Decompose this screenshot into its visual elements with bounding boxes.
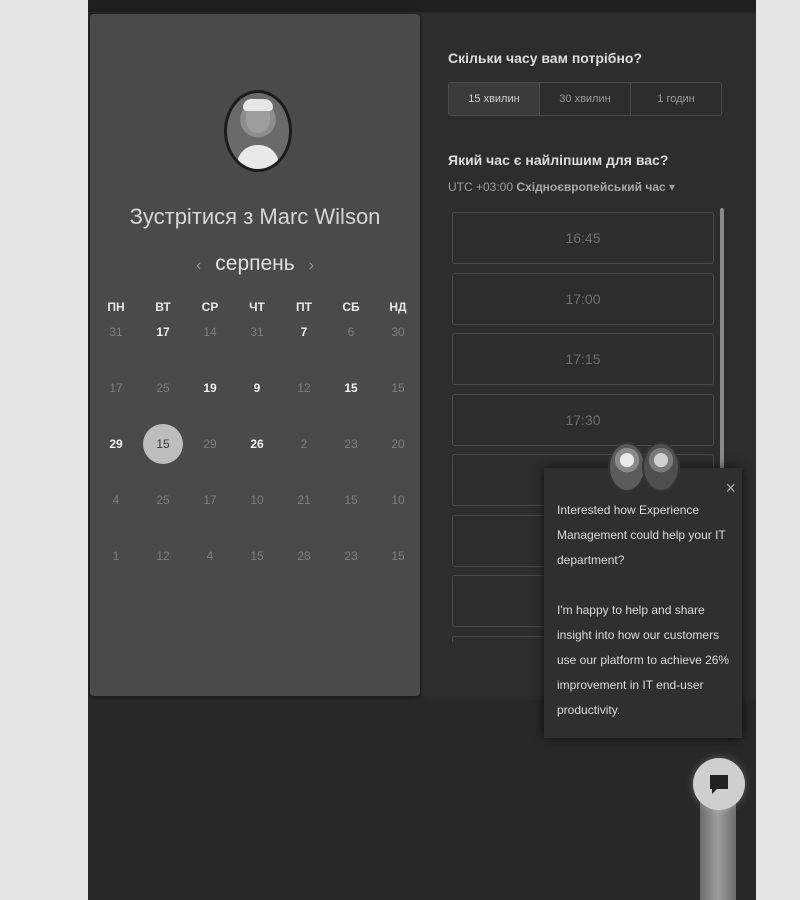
calendar-day[interactable]: 12 — [143, 536, 183, 576]
time-slot[interactable]: 16:45 — [452, 212, 714, 264]
duration-selector: 15 хвилин 30 хвилин 1 годин — [448, 82, 722, 116]
host-avatar — [224, 90, 292, 172]
timezone-selector[interactable]: UTC +03:00 Східноєвропейський час ▾ — [448, 180, 675, 194]
calendar-day[interactable]: 12 — [284, 368, 324, 408]
calendar-day[interactable]: 15 — [331, 480, 371, 520]
duration-option-15[interactable]: 15 хвилин — [449, 83, 540, 115]
meet-title: Зустрітися з Marc Wilson — [129, 204, 381, 229]
calendar-day[interactable]: 25 — [143, 480, 183, 520]
time-slot[interactable]: 17:00 — [452, 272, 714, 325]
calendar-day[interactable]: 4 — [190, 536, 230, 576]
calendar-day[interactable]: 15 — [237, 536, 277, 576]
calendar-day[interactable]: 14 — [190, 312, 230, 352]
calendar-day[interactable]: 4 — [96, 480, 136, 520]
chat-message: Interested how Experience Management cou… — [557, 498, 735, 748]
month-navigation: ‹ серпень › — [90, 252, 420, 276]
calendar-day[interactable]: 29 — [190, 424, 230, 464]
calendar-day[interactable]: 10 — [378, 480, 418, 520]
calendar-day[interactable]: 15 — [331, 368, 371, 408]
chevron-down-icon: ▾ — [669, 180, 676, 194]
calendar-day[interactable]: 23 — [331, 536, 371, 576]
calendar-day[interactable]: 20 — [378, 424, 418, 464]
calendar-day[interactable]: 28 — [284, 536, 324, 576]
calendar-day-selected[interactable]: 15 — [143, 424, 183, 464]
calendar-day[interactable]: 23 — [331, 424, 371, 464]
calendar-day[interactable]: 1 — [96, 536, 136, 576]
time-slot[interactable]: 17:15 — [452, 333, 714, 385]
chat-launcher-button[interactable] — [693, 758, 745, 810]
chat-bubble-icon — [710, 775, 728, 794]
calendar-day[interactable]: 6 — [331, 312, 371, 352]
chat-paragraph: I'm happy to help and share insight into… — [557, 603, 730, 717]
calendar-day[interactable]: 25 — [143, 368, 183, 408]
time-slot[interactable]: 17:30 — [452, 393, 714, 446]
time-question: Який час є найліпшим для вас? — [448, 152, 669, 168]
calendar-day[interactable]: 21 — [284, 480, 324, 520]
calendar-day[interactable]: 2 — [284, 424, 324, 464]
duration-question: Скільки часу вам потрібно? — [448, 50, 643, 66]
calendar-day[interactable]: 9 — [237, 368, 277, 408]
chat-launcher-shadow — [700, 800, 736, 900]
calendar-day[interactable]: 17 — [96, 368, 136, 408]
top-strip — [88, 0, 756, 12]
timezone-offset: UTC +03:00 — [448, 180, 514, 194]
chevron-left-icon[interactable]: ‹ — [196, 257, 201, 274]
close-icon[interactable]: × — [725, 478, 736, 499]
calendar-day[interactable]: 15 — [378, 368, 418, 408]
host-calendar-card: Зустрітися з Marc Wilson ‹ серпень › ПН ВТ С… — [90, 14, 420, 696]
calendar-day[interactable]: 17 — [190, 480, 230, 520]
calendar-day[interactable]: 31 — [96, 312, 136, 352]
chat-paragraph: Interested how Experience Management cou… — [557, 503, 726, 567]
month-label: серпень — [215, 252, 295, 275]
agent-avatar — [608, 442, 646, 492]
calendar-day[interactable]: 15 — [378, 536, 418, 576]
calendar-day[interactable]: 7 — [284, 312, 324, 352]
calendar-day[interactable]: 29 — [96, 424, 136, 464]
calendar-day[interactable]: 31 — [237, 312, 277, 352]
calendar-day[interactable]: 17 — [143, 312, 183, 352]
duration-option-60[interactable]: 1 годин — [631, 83, 721, 115]
calendar-day[interactable]: 19 — [190, 368, 230, 408]
calendar-day[interactable]: 26 — [237, 424, 277, 464]
chevron-right-icon[interactable]: › — [309, 257, 314, 274]
duration-option-30[interactable]: 30 хвилин — [540, 83, 631, 115]
chat-popup: × Interested how Experience Management c… — [544, 468, 742, 738]
calendar-day[interactable]: 10 — [237, 480, 277, 520]
timezone-name: Східноєвропейський час — [516, 180, 666, 194]
agent-avatar — [642, 442, 680, 492]
calendar-day[interactable]: 30 — [378, 312, 418, 352]
